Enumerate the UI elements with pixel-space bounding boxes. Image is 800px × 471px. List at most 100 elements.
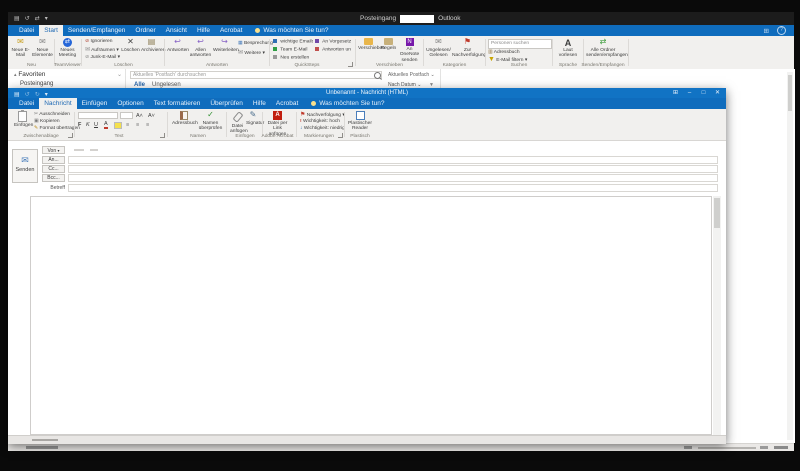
compose-scrollbar[interactable] — [713, 196, 721, 435]
ignore-button[interactable]: ⊘ Ignorieren — [85, 39, 113, 45]
main-tab-hilfe[interactable]: Hilfe — [192, 25, 215, 36]
onenote-button[interactable]: N An OneNote senden — [398, 38, 421, 63]
delete-button[interactable]: ✕ Löschen — [121, 38, 140, 53]
close-icon[interactable]: ✕ — [711, 88, 724, 98]
main-tab-datei[interactable]: Datei — [14, 25, 39, 36]
bcc-field[interactable] — [68, 174, 718, 182]
ribbon-display-options-icon[interactable]: ⊞ — [669, 88, 682, 98]
new-meeting-button[interactable]: ⇄ Neues Meeting — [56, 38, 79, 59]
cc-field[interactable] — [68, 165, 718, 173]
italic-button[interactable]: K — [86, 122, 90, 128]
meeting-button[interactable]: ▦ Besprechung — [238, 41, 273, 47]
new-email-button[interactable]: ✉ Neue E-Mail — [10, 38, 31, 59]
main-tab-senden-empfangen[interactable]: Senden/Empfangen — [63, 25, 130, 36]
minimize-folder-pane-icon[interactable]: ⌄ — [117, 71, 122, 78]
paste-button[interactable]: Einfügen — [14, 111, 31, 128]
subject-field[interactable] — [68, 184, 718, 192]
read-aloud-button[interactable]: A Laut vorlesen — [555, 38, 581, 59]
underline-button[interactable]: U — [94, 122, 98, 128]
unread-read-button[interactable]: ✉ Ungelesen/ Gelesen — [426, 38, 451, 59]
forward-button[interactable]: ↪ Weiterleiten — [213, 38, 236, 53]
font-size-select[interactable] — [120, 112, 133, 119]
send-receive-all-button[interactable]: ⇄ Alle Ordner senden/empfangen — [586, 38, 620, 59]
undo-icon[interactable]: ↺ — [25, 15, 30, 22]
new-items-button[interactable]: ✉ Neue Elemente — [32, 38, 53, 59]
archive-button[interactable]: ▤ Archivieren — [141, 38, 162, 53]
grow-font-button[interactable]: A˄ — [136, 113, 143, 119]
quickstep-wichtige-emails[interactable]: wichtige Emails — [273, 39, 313, 45]
cc-button[interactable]: Cc... — [42, 165, 65, 173]
immersive-reader-button[interactable]: Plastischer Reader — [348, 111, 372, 132]
align-button[interactable]: ≡ — [146, 122, 149, 128]
help-icon[interactable]: ? — [777, 26, 786, 35]
check-names-button[interactable]: ✓ Namen überprüfen — [197, 111, 224, 132]
main-tellme[interactable]: Was möchten Sie tun? — [255, 25, 328, 36]
save-icon[interactable]: ▤ — [14, 15, 20, 22]
from-button[interactable]: Von ▾ — [42, 146, 65, 154]
compose-tab-nachricht[interactable]: Nachricht — [39, 98, 76, 109]
favorites-header[interactable]: ▴ Favoriten — [14, 71, 45, 78]
quickstep-team-email[interactable]: Team E-Mail — [273, 47, 313, 53]
importance-low-button[interactable]: ↓ Wichtigkeit: niedrig — [300, 126, 345, 132]
main-scrollbar[interactable] — [787, 72, 793, 440]
cleanup-button[interactable]: ✉ Aufräumen ▾ — [85, 47, 119, 54]
to-field[interactable] — [68, 156, 718, 164]
more-respond-button[interactable]: ✉ Weitere ▾ — [238, 50, 265, 57]
text-dialog-launcher[interactable] — [160, 133, 165, 138]
font-color-button[interactable]: A — [104, 122, 108, 129]
compose-tellme[interactable]: Was möchten Sie tun? — [311, 98, 384, 109]
compose-tab-ueberpruefen[interactable]: Überprüfen — [205, 98, 248, 109]
send-button[interactable]: ✉ Senden — [12, 149, 38, 183]
message-body-editor[interactable] — [30, 196, 712, 435]
cut-button[interactable]: ✂ Ausschneiden — [34, 112, 70, 118]
main-tab-start[interactable]: Start — [39, 25, 63, 36]
copy-button[interactable]: ▣ Kopieren — [34, 119, 60, 125]
junk-button[interactable]: ⊘ Junk-E-Mail ▾ — [85, 55, 120, 61]
addressbook-button-compose[interactable]: Adressbuch — [172, 111, 196, 126]
ribbon-display-options-icon[interactable]: ⊞ — [764, 27, 769, 35]
reply-all-button[interactable]: ↩ Allen antworten — [189, 38, 212, 59]
main-tab-ordner[interactable]: Ordner — [130, 25, 160, 36]
quickstep-antworten-loeschen[interactable]: Antworten und löschen — [315, 47, 351, 53]
qat-customize-icon[interactable]: ▾ — [45, 15, 48, 22]
quickstep-neu-erstellen[interactable]: Neu erstellen — [273, 55, 313, 61]
compose-tab-datei[interactable]: Datei — [14, 98, 39, 109]
main-scrollbar-thumb[interactable] — [788, 75, 792, 111]
followup-button[interactable]: ⚑ Zur Nachverfolgung — [452, 38, 483, 59]
bullet-list-button[interactable]: ≡ — [126, 122, 129, 128]
compose-tab-optionen[interactable]: Optionen — [112, 98, 148, 109]
main-tab-acrobat[interactable]: Acrobat — [215, 25, 247, 36]
find-people-input[interactable]: Personen suchen — [488, 39, 552, 49]
compose-tab-einfuegen[interactable]: Einfügen — [77, 98, 113, 109]
importance-high-button[interactable]: ! Wichtigkeit: hoch — [300, 119, 340, 125]
maximize-icon[interactable]: □ — [697, 88, 710, 98]
zoom-out-control[interactable] — [684, 446, 692, 449]
compose-tab-acrobat[interactable]: Acrobat — [271, 98, 303, 109]
main-tab-ansicht[interactable]: Ansicht — [161, 25, 192, 36]
rules-button[interactable]: Regeln — [380, 38, 397, 51]
quicksteps-dialog-launcher[interactable] — [348, 62, 353, 67]
shrink-font-button[interactable]: A˅ — [148, 113, 155, 119]
reply-button[interactable]: ↩ Antworten — [167, 38, 188, 53]
tags-dialog-launcher[interactable] — [338, 133, 343, 138]
bold-button[interactable]: F — [78, 122, 81, 128]
attach-file-button[interactable]: Datei anfügen — [230, 111, 245, 135]
search-input[interactable] — [130, 71, 382, 79]
numbered-list-button[interactable]: ≡ — [136, 122, 139, 128]
search-scope-dropdown[interactable]: Aktuelles Postfach ⌄ — [388, 71, 435, 79]
minimize-icon[interactable]: – — [683, 88, 696, 98]
highlight-button[interactable] — [114, 122, 122, 130]
move-button[interactable]: Verschieben — [358, 38, 379, 51]
compose-tab-hilfe[interactable]: Hilfe — [248, 98, 271, 109]
bcc-button[interactable]: Bcc... — [42, 174, 65, 182]
folder-item-posteingang[interactable]: Posteingang — [20, 81, 53, 87]
to-button[interactable]: An... — [42, 156, 65, 164]
zoom-slider[interactable] — [698, 447, 756, 449]
quickstep-an-vorgesetzte[interactable]: An Vorgesetzte(n) — [315, 39, 351, 45]
signature-button[interactable]: ✎ Signatur — [246, 111, 260, 126]
zoom-in-control[interactable] — [760, 446, 768, 449]
send-receive-icon[interactable]: ⇄ — [35, 15, 40, 22]
clipboard-dialog-launcher[interactable] — [68, 133, 73, 138]
compose-tab-text-formatieren[interactable]: Text formatieren — [149, 98, 206, 109]
compose-scrollbar-thumb[interactable] — [714, 198, 720, 228]
